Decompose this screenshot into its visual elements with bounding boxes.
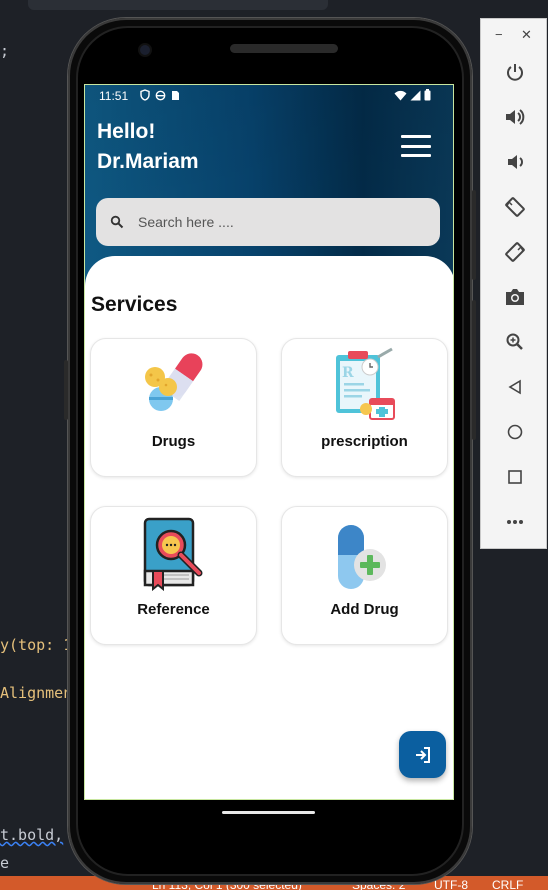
- services-panel: Services Drugs R prescription Reference …: [85, 256, 453, 799]
- service-card-prescription[interactable]: R prescription: [281, 338, 448, 477]
- volume-rocker: [472, 190, 476, 280]
- book-magnifier-icon: [143, 517, 203, 591]
- code-fragment: e: [0, 854, 10, 872]
- service-card-drugs[interactable]: Drugs: [90, 338, 257, 477]
- camera-icon: [140, 45, 150, 55]
- prescription-clipboard-icon: R: [336, 347, 395, 420]
- minimize-icon[interactable]: −: [495, 27, 503, 42]
- home-circle-icon: [507, 424, 522, 440]
- vpn-shield-icon: [140, 89, 150, 101]
- volume-down-button[interactable]: [481, 147, 548, 177]
- power-key: [472, 300, 476, 440]
- volume-up-button[interactable]: [481, 102, 548, 132]
- status-time: 11:51: [99, 89, 129, 103]
- back-triangle-icon: [507, 379, 521, 395]
- overview-square-icon: [507, 470, 522, 484]
- service-label: Drugs: [151, 433, 196, 450]
- rotate-right-icon: [504, 242, 525, 262]
- home-button[interactable]: [481, 417, 548, 447]
- greeting-hello: Hello!: [97, 120, 156, 143]
- doctor-name: Dr.Mariam: [97, 150, 199, 173]
- volume-up-icon: [505, 109, 524, 125]
- service-card-add-drug[interactable]: Add Drug: [281, 506, 448, 645]
- code-fragment: y(top: 1: [0, 636, 73, 654]
- camera-icon: [505, 289, 524, 305]
- back-button[interactable]: [481, 372, 548, 402]
- more-dots-icon: [506, 520, 523, 524]
- section-title: Services: [91, 293, 178, 316]
- emulator-toolbar: − ✕: [480, 18, 547, 549]
- overview-button[interactable]: [481, 462, 548, 492]
- service-label: prescription: [321, 433, 408, 450]
- speaker-grille: [230, 44, 338, 53]
- service-label: Reference: [137, 601, 210, 618]
- search-bar[interactable]: [96, 198, 440, 246]
- signal-icon: [410, 90, 421, 100]
- rotate-right-button[interactable]: [481, 237, 548, 267]
- login-icon: [415, 746, 430, 763]
- rotate-left-icon: [504, 197, 525, 217]
- volume-down-icon: [507, 155, 523, 169]
- zoom-button[interactable]: [481, 327, 548, 357]
- service-card-reference[interactable]: Reference: [90, 506, 257, 645]
- greeting: Hello! Dr.Mariam: [97, 117, 199, 177]
- side-key: [64, 360, 68, 420]
- more-button[interactable]: [481, 507, 548, 537]
- sim-card-icon: [172, 90, 179, 100]
- service-label: Add Drug: [330, 601, 399, 618]
- logout-fab[interactable]: [399, 731, 446, 778]
- code-fragment: t.bold,: [0, 826, 64, 844]
- rotate-left-button[interactable]: [481, 192, 548, 222]
- power-icon: [506, 64, 523, 81]
- code-fragment: Alignmen: [0, 684, 73, 702]
- close-icon[interactable]: ✕: [521, 27, 532, 43]
- line-endings[interactable]: CRLF: [492, 876, 523, 890]
- power-button[interactable]: [481, 57, 548, 87]
- gesture-nav-pill[interactable]: [222, 811, 315, 814]
- capsule-plus-icon: [338, 525, 386, 589]
- search-input[interactable]: [138, 214, 418, 230]
- svg-text:R: R: [342, 365, 354, 381]
- device-status-bar: 11:51: [85, 85, 453, 107]
- wifi-icon: [394, 90, 407, 100]
- ide-tab-strip: [28, 0, 328, 10]
- pills-icon: [145, 353, 203, 411]
- sync-icon: [155, 90, 166, 100]
- search-icon: [110, 215, 124, 229]
- app-screen: 11:51 Hello! Dr.Mariam Services: [84, 84, 454, 800]
- zoom-icon: [506, 333, 523, 350]
- code-fragment: ;: [0, 42, 10, 60]
- battery-icon: [424, 89, 431, 101]
- hamburger-menu-icon[interactable]: [401, 135, 431, 157]
- screenshot-button[interactable]: [481, 282, 548, 312]
